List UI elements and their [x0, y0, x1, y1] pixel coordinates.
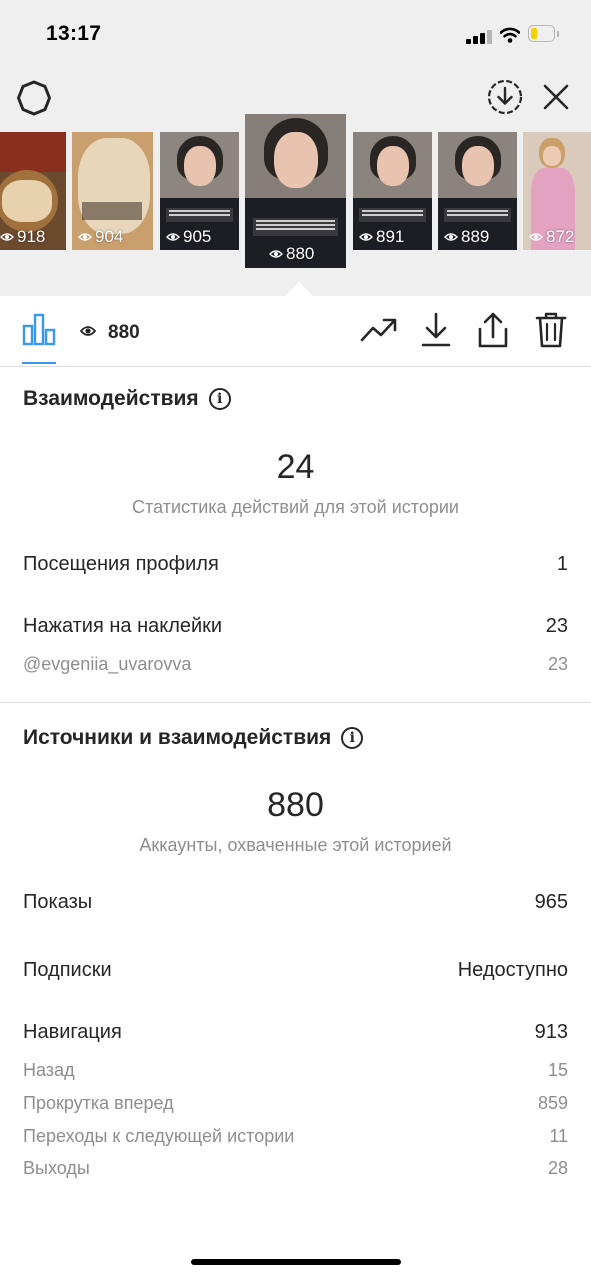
metric-row-mention-sticker[interactable]: @evgeniia_uvarovva 23 — [23, 654, 568, 675]
share-icon[interactable] — [477, 311, 509, 349]
bar-chart-icon[interactable] — [22, 312, 56, 346]
metric-label: @evgeniia_uvarovva — [23, 654, 192, 674]
discovery-total: 880 — [267, 786, 324, 824]
battery-icon — [528, 25, 560, 44]
story-thumbnail[interactable]: 891 — [353, 132, 432, 250]
interactions-subtitle: Статистика действий для этой истории — [132, 497, 459, 517]
metric-row-follows: Подписки Недоступно — [23, 959, 568, 982]
story-thumbnail[interactable]: 872 — [523, 132, 591, 250]
metric-label: Переходы к следующей истории — [23, 1126, 295, 1146]
metric-row-back: Назад 15 — [23, 1060, 568, 1081]
eye-icon — [78, 233, 92, 241]
metric-value: 28 — [547, 1158, 568, 1178]
eye-icon — [444, 233, 458, 241]
metric-label: Нажатия на наклейки — [23, 615, 223, 637]
trash-icon[interactable] — [535, 311, 567, 349]
story-thumbnail[interactable]: 918 — [0, 132, 66, 250]
metric-row-impressions: Показы 965 — [23, 891, 568, 914]
ring-settings-icon[interactable] — [16, 80, 52, 116]
eye-icon — [0, 233, 14, 241]
close-icon[interactable] — [542, 83, 570, 111]
info-icon[interactable]: i — [208, 388, 231, 410]
metric-row-sticker-taps: Нажатия на наклейки 23 — [23, 615, 568, 638]
cellular-signal-icon — [466, 29, 492, 44]
home-indicator[interactable] — [191, 1259, 401, 1265]
metric-row-exits: Выходы 28 — [23, 1158, 568, 1179]
thumbnail-views: 918 — [0, 227, 45, 247]
metric-row-navigation: Навигация 913 — [23, 1021, 568, 1044]
interactions-total: 24 — [276, 448, 315, 486]
metric-value: 23 — [545, 615, 568, 637]
story-thumbnail[interactable]: 905 — [160, 132, 239, 250]
info-icon[interactable]: i — [341, 727, 364, 749]
discovery-subtitle: Аккаунты, охваченные этой историей — [139, 835, 452, 855]
thumbnail-views: 891 — [359, 227, 404, 247]
metric-value: 1 — [556, 553, 568, 575]
story-thumbnail-selected[interactable]: 880 — [245, 114, 346, 268]
metric-value: 859 — [537, 1093, 568, 1113]
story-thumbnail-strip: 918 904 905 880 891 889 872 — [0, 114, 591, 274]
eye-icon — [269, 250, 283, 258]
story-views-count: 880 — [108, 322, 140, 343]
section-divider — [0, 702, 591, 703]
metric-row-profile-visits: Посещения профиля 1 — [23, 553, 568, 576]
eye-icon — [359, 233, 373, 241]
metric-label: Навигация — [23, 1021, 122, 1043]
story-header: 13:17 918 904 905 880 891 889 872 — [0, 0, 591, 296]
trending-icon[interactable] — [360, 316, 398, 344]
active-tab-indicator — [22, 362, 56, 364]
metric-label: Посещения профиля — [23, 553, 219, 575]
thumbnail-views: 904 — [78, 227, 123, 247]
metric-label: Показы — [23, 891, 93, 913]
metric-label: Выходы — [23, 1158, 90, 1178]
thumbnail-views: 872 — [529, 227, 574, 247]
metric-value: 23 — [547, 654, 568, 674]
thumbnail-views: 905 — [166, 227, 211, 247]
metric-value: 15 — [547, 1060, 568, 1080]
story-thumbnail[interactable]: 889 — [438, 132, 517, 250]
metric-label: Назад — [23, 1060, 75, 1080]
interactions-title: Взаимодействия i — [23, 387, 231, 411]
discovery-title: Источники и взаимодействия i — [23, 726, 364, 750]
status-time: 13:17 — [46, 22, 102, 45]
metric-label: Подписки — [23, 959, 112, 981]
thumbnail-views: 889 — [444, 227, 489, 247]
download-circle-icon[interactable] — [486, 78, 524, 116]
metric-value: 11 — [549, 1126, 568, 1146]
metric-row-next-story: Переходы к следующей истории 11 — [23, 1126, 568, 1147]
eye-icon — [166, 233, 180, 241]
metric-value: 913 — [534, 1021, 568, 1043]
metric-value: 965 — [534, 891, 568, 913]
eye-icon — [529, 233, 543, 241]
metric-label: Прокрутка вперед — [23, 1093, 174, 1113]
thumbnail-views: 880 — [269, 244, 314, 264]
metric-value: Недоступно — [457, 959, 568, 981]
insights-toolbar — [0, 296, 591, 367]
eye-icon — [80, 326, 96, 336]
selected-pointer — [285, 282, 313, 296]
wifi-icon — [500, 27, 520, 43]
download-icon[interactable] — [421, 312, 451, 348]
metric-row-forward: Прокрутка вперед 859 — [23, 1093, 568, 1114]
story-thumbnail[interactable]: 904 — [72, 132, 153, 250]
